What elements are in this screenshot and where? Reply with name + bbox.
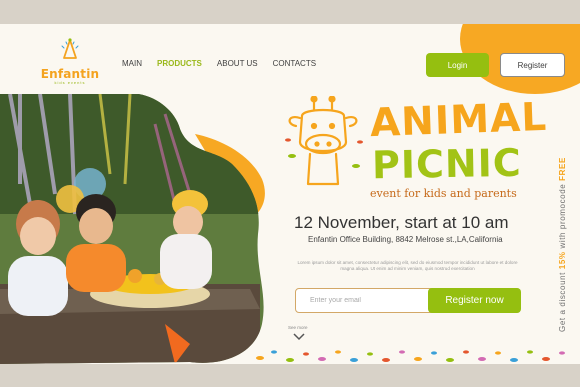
nav-products[interactable]: PRODUCTS <box>157 59 202 68</box>
main-nav: MAIN PRODUCTS ABOUT US CONTACTS <box>122 59 316 68</box>
brand-name: Enfantin <box>40 67 100 81</box>
email-input[interactable] <box>296 289 428 312</box>
promo-middle: with promocode <box>558 180 567 252</box>
login-button[interactable]: Login <box>426 53 489 77</box>
hero-tagline: event for kids and parents <box>370 187 517 200</box>
event-address: Enfantin Office Building, 8842 Melrose s… <box>308 235 503 244</box>
logo-mark-icon <box>61 38 79 59</box>
hero-title-line1: ANIMAL <box>369 94 548 147</box>
brand-logo[interactable]: Enfantin kids events <box>40 38 100 85</box>
hero-title-line2: PICNIC <box>371 140 523 188</box>
header: Enfantin kids events MAIN PRODUCTS ABOUT… <box>0 24 580 94</box>
promo-prefix: Get a discount <box>558 269 567 332</box>
promo-percent: 15% <box>558 251 567 270</box>
promo-banner: Get a discount 15% with promocode FREE <box>558 157 567 332</box>
register-now-button[interactable]: Register now <box>428 288 521 313</box>
register-button[interactable]: Register <box>500 53 565 77</box>
nav-about-us[interactable]: ABOUT US <box>217 59 258 68</box>
event-date: 12 November, start at 10 am <box>294 213 509 232</box>
hero-photo <box>0 94 265 364</box>
promo-code: FREE <box>558 157 567 181</box>
see-more-label[interactable]: See more <box>288 325 308 330</box>
landing-page: Enfantin kids events MAIN PRODUCTS ABOUT… <box>0 24 580 364</box>
giraffe-illustration <box>285 96 363 186</box>
nav-contacts[interactable]: CONTACTS <box>273 59 316 68</box>
confetti-decoration <box>256 350 565 362</box>
nav-main[interactable]: MAIN <box>122 59 142 68</box>
signup-form: Register now <box>295 288 521 313</box>
event-description: Lorem ipsum dolor sit amet, consectetur … <box>297 260 518 271</box>
